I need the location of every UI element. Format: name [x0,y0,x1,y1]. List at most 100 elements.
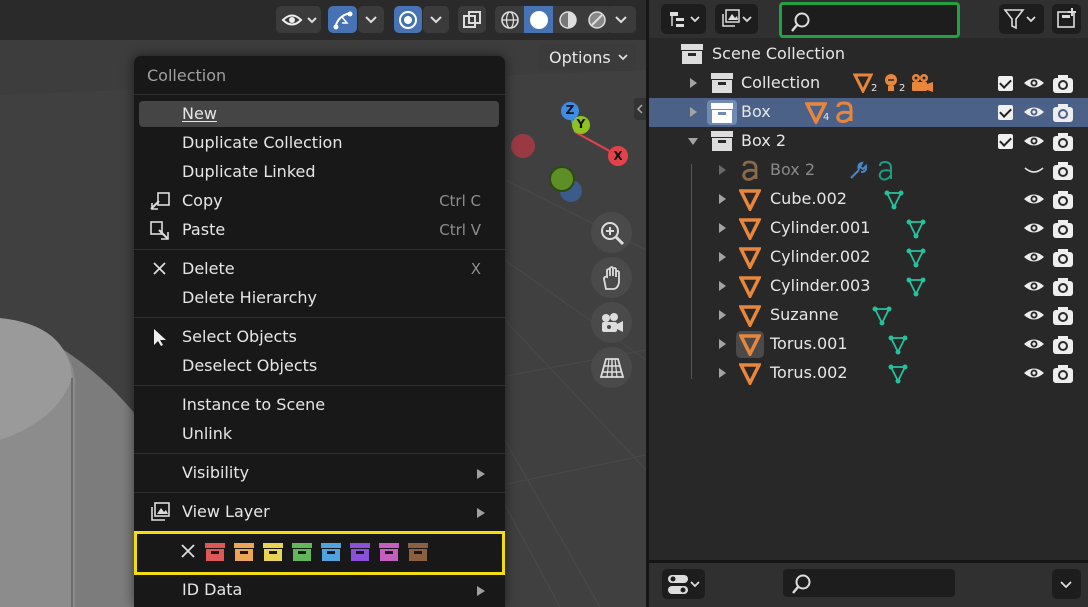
menu-item-deselect-objects[interactable]: Deselect Objects [139,353,499,379]
selectability-dropdown-chevron-icon[interactable] [358,6,384,33]
collapse-arrow-icon[interactable] [688,138,698,145]
view-layer-filter-dropdown[interactable] [715,4,758,34]
zoom-icon[interactable] [591,212,632,253]
filter-dropdown[interactable] [999,4,1044,34]
visibility-eye-icon[interactable] [276,6,321,33]
tree-row-cylinder-001[interactable]: Cylinder.001 [649,214,1088,243]
eye-icon[interactable] [1023,365,1045,381]
color-tag-blue-icon[interactable] [321,543,341,561]
menu-item-view-layer[interactable]: View Layer [139,499,499,525]
tree-row-box-2-text[interactable]: Box 2 [649,156,1088,185]
expand-arrow-icon[interactable] [719,281,726,291]
tree-row-box-2-collection[interactable]: Box 2 [649,127,1088,156]
selectability-icon[interactable] [328,6,357,33]
tree-row-cylinder-002[interactable]: Cylinder.002 [649,243,1088,272]
color-tag-yellow-icon[interactable] [263,543,283,561]
ortho-grid-icon[interactable] [591,347,632,388]
eye-icon[interactable] [1023,278,1045,294]
menu-item-unlink[interactable]: Unlink [139,421,499,447]
menu-item-select-objects[interactable]: Select Objects [139,324,499,350]
tree-row-torus-002[interactable]: Torus.002 [649,359,1088,388]
menu-item-id-data[interactable]: ID Data [139,577,499,603]
color-tag-pink-icon[interactable] [379,543,399,561]
color-tag-brown-icon[interactable] [408,543,428,561]
options-dropdown[interactable]: Options [538,44,636,71]
camera-icon[interactable] [1052,306,1074,326]
eye-icon[interactable] [1023,249,1045,265]
expand-arrow-icon[interactable] [719,310,726,320]
exclude-checkbox[interactable] [998,134,1013,149]
camera-icon[interactable] [1052,248,1074,268]
options-chevron-button[interactable] [1052,569,1081,599]
menu-item-delete[interactable]: Delete X [139,256,499,282]
expand-arrow-icon[interactable] [719,368,726,378]
wireframe-shading-icon[interactable] [495,6,524,33]
camera-icon[interactable] [1052,277,1074,297]
eye-icon[interactable] [1023,133,1045,149]
exclude-checkbox[interactable] [998,76,1013,91]
color-tag-orange-icon[interactable] [234,543,254,561]
expand-arrow-icon[interactable] [719,165,726,175]
gizmo-dropdown-chevron-icon[interactable] [423,6,449,33]
color-tag-red-icon[interactable] [205,543,225,561]
neg-y-axis-dot[interactable] [549,166,575,192]
eye-icon[interactable] [1023,336,1045,352]
expand-arrow-icon[interactable] [719,194,726,204]
camera-icon[interactable] [1052,364,1074,384]
color-tag-green-icon[interactable] [292,543,312,561]
camera-icon[interactable] [1052,335,1074,355]
camera-icon[interactable] [1052,161,1074,181]
outliner-search-input[interactable] [779,2,960,38]
expand-arrow-icon[interactable] [719,339,726,349]
eye-icon[interactable] [1023,104,1045,120]
tree-row-suzanne[interactable]: Suzanne [649,301,1088,330]
3d-viewport[interactable]: Options Y Z X Collection New Duplicate C… [0,0,646,607]
tree-row-scene-collection[interactable]: Scene Collection [649,40,1088,69]
y-axis-dot[interactable]: Y [572,116,590,134]
camera-icon[interactable] [1052,190,1074,210]
sidebar-toggle-tab[interactable] [634,98,646,120]
display-mode-dropdown[interactable] [661,4,706,34]
expand-arrow-icon[interactable] [719,252,726,262]
eye-closed-icon[interactable] [1023,162,1045,178]
material-shading-icon[interactable] [553,6,582,33]
menu-item-duplicate-collection[interactable]: Duplicate Collection [139,130,499,156]
menu-item-delete-hierarchy[interactable]: Delete Hierarchy [139,285,499,311]
pan-hand-icon[interactable] [591,257,632,298]
eye-icon[interactable] [1023,191,1045,207]
menu-item-new[interactable]: New [139,101,499,127]
eye-icon[interactable] [1023,307,1045,323]
camera-icon[interactable] [1052,74,1074,94]
new-collection-button[interactable] [1052,4,1081,34]
shading-dropdown-chevron-icon[interactable] [606,6,636,33]
expand-arrow-icon[interactable] [719,223,726,233]
camera-icon[interactable] [1052,219,1074,239]
clear-color-tag-x-icon[interactable] [181,544,195,558]
eye-icon[interactable] [1023,75,1045,91]
gizmo-icon[interactable] [394,6,422,33]
tree-row-torus-001[interactable]: Torus.001 [649,330,1088,359]
camera-icon[interactable] [1052,132,1074,152]
eye-icon[interactable] [1023,220,1045,236]
overlay-icon[interactable] [458,6,486,33]
menu-item-copy[interactable]: Copy Ctrl C [139,188,499,214]
tree-row-cylinder-003[interactable]: Cylinder.003 [649,272,1088,301]
tree-row-collection[interactable]: Collection 2 2 [649,69,1088,98]
tree-row-box[interactable]: Box 4 [649,98,1088,127]
neg-x-axis-dot[interactable] [511,134,535,158]
menu-item-paste[interactable]: Paste Ctrl V [139,217,499,243]
expand-arrow-icon[interactable] [690,78,697,88]
menu-item-instance-to-scene[interactable]: Instance to Scene [139,392,499,418]
menu-item-visibility[interactable]: Visibility [139,460,499,486]
menu-item-duplicate-linked[interactable]: Duplicate Linked [139,159,499,185]
solid-shading-icon[interactable] [524,6,553,33]
exclude-checkbox[interactable] [998,105,1013,120]
camera-view-icon[interactable] [591,302,632,343]
camera-icon[interactable] [1052,103,1074,123]
properties-search-input[interactable] [783,569,955,597]
x-axis-dot[interactable]: X [608,146,628,166]
expand-arrow-icon[interactable] [690,107,697,117]
editor-type-dropdown[interactable] [662,569,705,599]
z-axis-dot[interactable]: Z [561,102,579,120]
color-tag-violet-icon[interactable] [350,543,370,561]
